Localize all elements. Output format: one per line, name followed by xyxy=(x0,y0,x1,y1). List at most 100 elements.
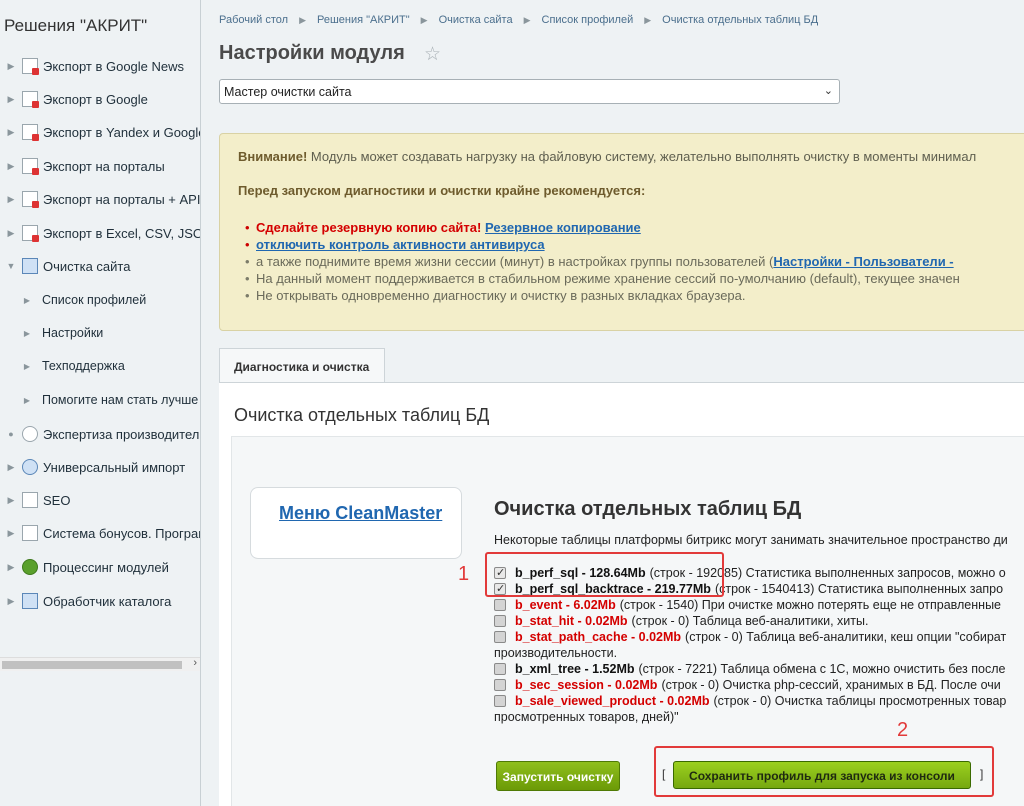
chevron-right-icon[interactable]: ▶ xyxy=(0,228,22,239)
cleanmaster-menu-link[interactable]: Меню CleanMaster xyxy=(279,503,442,524)
export-icon xyxy=(22,91,39,108)
chevron-right-icon[interactable]: ▶ xyxy=(0,61,22,72)
cleanmaster-menu-box: Меню CleanMaster xyxy=(250,487,462,559)
annotation-marker-1: 1 xyxy=(458,563,470,585)
sidebar-item-export-excel[interactable]: ▶ Экспорт в Excel, CSV, JSON xyxy=(0,223,200,243)
sidebar-item-seo[interactable]: ▶ SEO xyxy=(0,490,200,510)
chevron-right-icon[interactable]: ▶ xyxy=(0,562,22,573)
chevron-down-icon[interactable]: ▼ xyxy=(0,261,22,271)
chevron-right-icon: ▶ xyxy=(299,15,306,25)
star-icon[interactable]: ☆ xyxy=(424,43,441,66)
sidebar-item-export-yandex-google[interactable]: ▶ Экспорт в Yandex и Google xyxy=(0,122,200,142)
chevron-right-icon: ▶ xyxy=(420,15,428,25)
catalog-icon xyxy=(22,593,38,609)
cleanup-heading: Очистка отдельных таблиц БД xyxy=(494,498,802,520)
export-icon xyxy=(22,158,39,175)
export-icon xyxy=(22,191,39,208)
warning-notice: Внимание! Модуль может создавать нагрузк… xyxy=(219,133,1024,331)
user-settings-link[interactable]: Настройки - Пользователи - xyxy=(773,254,953,269)
breadcrumb: Рабочий стол ▶ Решения "АКРИТ" ▶ Очистка сай… xyxy=(219,14,818,26)
sidebar-item-performance[interactable]: ● Экспертиза производительн xyxy=(0,424,200,444)
run-cleanup-button[interactable]: Запустить очистку xyxy=(496,761,620,791)
sidebar-item-feedback[interactable]: ▶ Помогите нам стать лучше xyxy=(0,390,200,410)
chevron-right-icon[interactable]: ▶ xyxy=(0,194,22,205)
recommend-line: Перед запуском диагностики и очистки кра… xyxy=(238,183,646,198)
tab-diagnostics[interactable]: Диагностика и очистка xyxy=(219,348,385,383)
table-checkbox[interactable] xyxy=(494,679,506,691)
breadcrumb-item[interactable]: Очистка сайта xyxy=(439,14,513,26)
list-item: а также поднимите время жизни сессии (ми… xyxy=(245,253,960,270)
sidebar-item-module-processing[interactable]: ▶ Процессинг модулей xyxy=(0,557,200,577)
annotation-box-2 xyxy=(654,746,994,797)
chevron-right-icon[interactable]: › xyxy=(193,657,197,669)
list-item: Не открывать одновременно диагностику и … xyxy=(245,287,960,304)
chart-icon xyxy=(22,492,38,508)
breadcrumb-item[interactable]: Список профилей xyxy=(542,14,634,26)
chevron-down-icon: ⌄ xyxy=(823,85,833,97)
table-row: b_stat_hit - 0.02Mb (строк - 0) Таблица в… xyxy=(494,613,1024,629)
sidebar-item-bonus-system[interactable]: ▶ Система бонусов. Программ xyxy=(0,523,200,543)
tools-icon xyxy=(22,258,38,274)
list-item: отключить контроль активности антивируса xyxy=(245,236,960,253)
chevron-right-icon[interactable]: ▶ xyxy=(0,94,22,105)
bullet-icon: ▶ xyxy=(23,395,30,405)
sidebar-item-export-portals[interactable]: ▶ Экспорт на порталы xyxy=(0,156,200,176)
export-icon xyxy=(22,58,39,75)
wizard-select[interactable]: Мастер очистки сайта ⌄ xyxy=(219,79,840,104)
section-title: Очистка отдельных таблиц БД xyxy=(234,405,490,425)
chevron-right-icon[interactable]: ▶ xyxy=(0,596,22,607)
table-checkbox[interactable] xyxy=(494,631,506,643)
table-checkbox[interactable] xyxy=(494,615,506,627)
sidebar-item-export-portals-api[interactable]: ▶ Экспорт на порталы + API xyxy=(0,189,200,209)
annotation-marker-2: 2 xyxy=(897,719,909,741)
processing-icon xyxy=(22,559,38,575)
table-row: b_sale_viewed_product - 0.02Mb (строк - 0… xyxy=(494,693,1024,709)
table-checkbox[interactable] xyxy=(494,663,506,675)
sidebar: Решения "АКРИТ" ▶ Экспорт в Google News ▶… xyxy=(0,0,201,806)
chevron-right-icon[interactable]: ▶ xyxy=(0,462,22,473)
sidebar-scrollbar[interactable]: › xyxy=(0,657,200,671)
table-row: b_xml_tree - 1.52Mb (строк - 7221) Таблиц… xyxy=(494,661,1024,677)
breadcrumb-item[interactable]: Рабочий стол xyxy=(219,14,288,26)
bullet-icon: ▶ xyxy=(23,361,30,371)
backup-link[interactable]: Резервное копирование xyxy=(485,220,641,235)
sidebar-item-catalog-handler[interactable]: ▶ Обработчик каталога xyxy=(0,591,200,611)
table-checkbox[interactable] xyxy=(494,599,506,611)
breadcrumb-item[interactable]: Решения "АКРИТ" xyxy=(317,14,410,26)
chevron-right-icon[interactable]: ▶ xyxy=(0,528,22,539)
chevron-right-icon: ▶ xyxy=(644,15,652,25)
bonus-icon xyxy=(22,525,38,541)
table-row: b_stat_path_cache - 0.02Mb (строк - 0) Та… xyxy=(494,629,1024,645)
chevron-right-icon[interactable]: ▶ xyxy=(0,127,22,138)
import-icon xyxy=(22,459,38,475)
sidebar-item-site-cleanup[interactable]: ▼ Очистка сайта xyxy=(0,256,200,276)
table-checkbox[interactable] xyxy=(494,695,506,707)
table-row: b_sec_session - 0.02Mb (строк - 0) Очистк… xyxy=(494,677,1024,693)
select-value: Мастер очистки сайта xyxy=(224,85,352,99)
main-content: Рабочий стол ▶ Решения "АКРИТ" ▶ Очистка сай… xyxy=(202,0,1024,806)
table-row-continuation: производительности. xyxy=(494,646,618,660)
page-title: Настройки модуля xyxy=(219,42,405,64)
chevron-right-icon: ▶ xyxy=(523,15,531,25)
sidebar-item-export-google[interactable]: ▶ Экспорт в Google xyxy=(0,89,200,109)
list-item: На данный момент поддерживается в стабил… xyxy=(245,270,960,287)
list-item: Сделайте резервную копию сайта! Резервно… xyxy=(245,219,960,236)
sidebar-item-export-google-news[interactable]: ▶ Экспорт в Google News xyxy=(0,56,200,76)
breadcrumb-item[interactable]: Очистка отдельных таблиц БД xyxy=(662,14,818,26)
chevron-right-icon[interactable]: ▶ xyxy=(0,495,22,506)
sidebar-item-universal-import[interactable]: ▶ Универсальный импорт xyxy=(0,457,200,477)
bullet-icon: ● xyxy=(8,429,14,439)
chevron-right-icon[interactable]: ▶ xyxy=(0,161,22,172)
table-row-continuation: просмотренных товаров, дней)" xyxy=(494,710,679,724)
antivirus-link[interactable]: отключить контроль активности антивируса xyxy=(256,237,545,252)
annotation-box-1 xyxy=(485,552,724,597)
sidebar-item-profile-list[interactable]: ▶ Список профилей xyxy=(0,290,200,310)
warning-line: Внимание! Модуль может создавать нагрузк… xyxy=(238,149,977,164)
sidebar-item-support[interactable]: ▶ Техподдержка xyxy=(0,356,200,376)
gauge-icon xyxy=(22,426,38,442)
export-icon xyxy=(22,225,39,242)
recommend-list: Сделайте резервную копию сайта! Резервно… xyxy=(245,219,960,304)
sidebar-item-settings[interactable]: ▶ Настройки xyxy=(0,323,200,343)
scrollbar-thumb[interactable] xyxy=(2,661,182,669)
bullet-icon: ▶ xyxy=(23,295,30,305)
